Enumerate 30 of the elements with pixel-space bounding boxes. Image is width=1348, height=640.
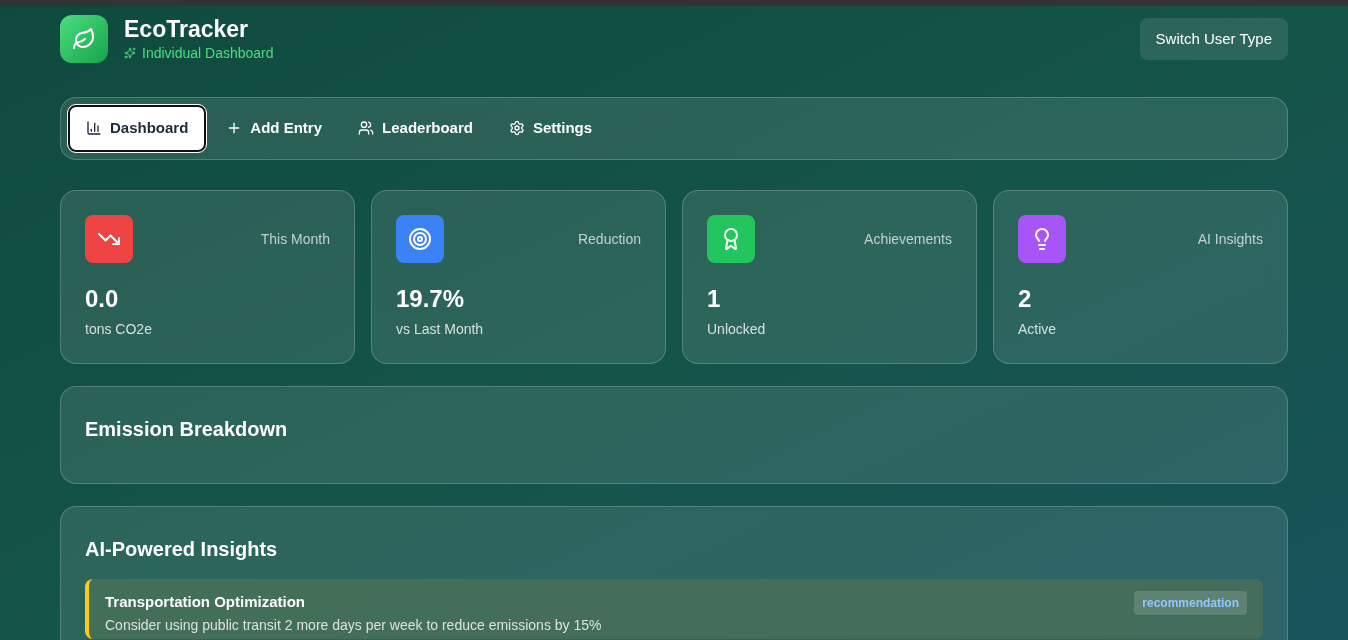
stat-unit: vs Last Month xyxy=(396,319,485,339)
stat-value: 0.0 xyxy=(85,283,120,314)
sparkles-icon xyxy=(124,47,136,59)
panel-title: AI-Powered Insights xyxy=(85,536,279,562)
insight-tag: recommendation xyxy=(1134,590,1247,615)
stat-label: AI Insights xyxy=(1197,229,1263,249)
stat-unit: tons CO2e xyxy=(85,319,153,339)
stat-unit: Unlocked xyxy=(707,319,767,339)
target-icon xyxy=(408,226,432,251)
settings-icon xyxy=(508,120,525,137)
stat-value: 19.7% xyxy=(396,283,466,314)
stat-unit: Active xyxy=(1018,319,1058,339)
nav-tab[interactable]: Dashboard xyxy=(68,105,207,152)
insight-title: Transportation Optimization xyxy=(105,592,305,613)
app-subtitle: Individual Dashboard xyxy=(142,44,274,63)
nav-tab[interactable]: Add Entry xyxy=(210,107,339,150)
app-title: EcoTracker xyxy=(124,15,250,43)
nav-tab[interactable]: Leaderboard xyxy=(342,107,489,150)
stat-value: 2 xyxy=(1018,283,1033,314)
nav-tab[interactable]: Settings xyxy=(492,107,609,150)
stat-label: Reduction xyxy=(577,229,641,249)
panel-title: Emission Breakdown xyxy=(85,417,288,440)
stat-label: This Month xyxy=(260,229,330,249)
stat-label: Achievements xyxy=(864,229,952,249)
leaf-icon xyxy=(72,27,96,51)
users-icon xyxy=(358,120,375,137)
insight-description: Consider using public transit 2 more days per week to reduce emissions by 15% xyxy=(105,615,603,635)
switch-user-type-button[interactable]: Switch User Type xyxy=(1139,17,1288,61)
bar-chart-icon xyxy=(86,120,102,137)
stat-value: 1 xyxy=(707,283,722,314)
